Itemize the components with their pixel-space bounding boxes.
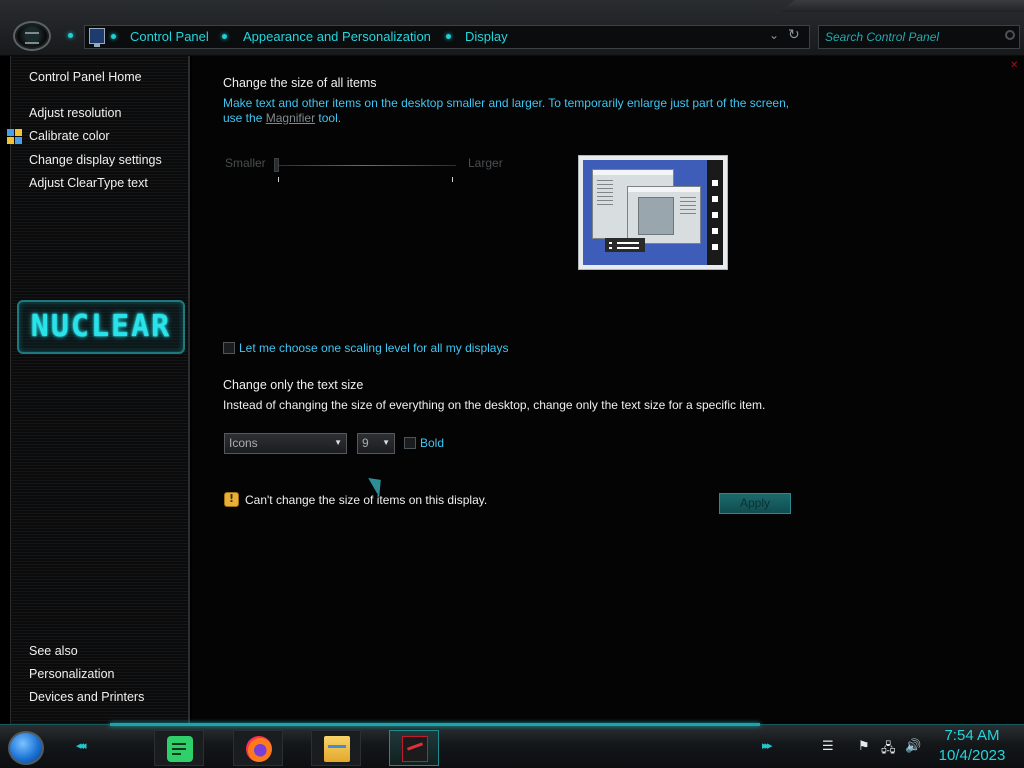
scaling-checkbox[interactable]: [223, 342, 235, 354]
apply-button[interactable]: Apply: [719, 493, 791, 514]
clock-date[interactable]: 10/4/2023: [930, 747, 1014, 764]
main-content: ✕ Change the size of all items Make text…: [192, 56, 1024, 724]
computer-icon: [89, 28, 105, 47]
sidebar: Control Panel Home Adjust resolution Cal…: [7, 56, 190, 724]
font-size-value: 9: [362, 436, 369, 450]
dropdown-arrow-icon: ▼: [334, 438, 342, 447]
breadcrumb-appearance[interactable]: Appearance and Personalization: [243, 29, 431, 44]
sidebar-item-devices-printers[interactable]: Devices and Printers: [29, 690, 144, 704]
title-bar: Control Panel Appearance and Personaliza…: [0, 0, 1024, 56]
address-bar[interactable]: Control Panel Appearance and Personaliza…: [84, 25, 810, 49]
preview-sidebar: [707, 160, 723, 265]
size-description-line2: use the Magnifier tool.: [223, 111, 341, 125]
search-icon[interactable]: [1005, 30, 1015, 40]
sidebar-item-calibrate-color[interactable]: Calibrate color: [29, 129, 110, 143]
show-desktop-icon[interactable]: ☰: [822, 739, 834, 754]
volume-icon[interactable]: 🔊: [905, 739, 921, 754]
search-input[interactable]: [819, 26, 1019, 48]
bold-checkbox[interactable]: [404, 437, 416, 449]
nav-dot-icon: [68, 33, 73, 38]
size-description: Make text and other items on the desktop…: [223, 96, 790, 110]
preview-label: [605, 238, 645, 252]
item-select[interactable]: Icons ▼: [224, 433, 347, 454]
item-select-value: Icons: [229, 436, 258, 450]
size-heading: Change the size of all items: [223, 76, 377, 90]
flag-icon[interactable]: ⚑: [858, 739, 870, 754]
preview-screen: [583, 160, 723, 265]
sidebar-item-adjust-resolution[interactable]: Adjust resolution: [29, 106, 121, 120]
search-box[interactable]: [818, 25, 1020, 49]
breadcrumb-control-panel[interactable]: Control Panel: [130, 29, 209, 44]
nuclear-app-icon: [402, 736, 428, 762]
bold-checkbox-label[interactable]: Bold: [420, 436, 444, 450]
preview-window-front: [627, 186, 701, 244]
dropdown-arrow-icon: ▼: [382, 438, 390, 447]
text-size-heading: Change only the text size: [223, 378, 364, 392]
clock-time[interactable]: 7:54 AM: [930, 727, 1014, 744]
slider-thumb[interactable]: [274, 158, 279, 172]
sidebar-item-home[interactable]: Control Panel Home: [29, 70, 142, 84]
taskbar: ◂◂◂ ▸▸▸ ☰ ⚑ 🖧 🔊 7:54 AM 10/4/2023: [0, 723, 1024, 768]
taskbar-app-firefox[interactable]: [233, 730, 283, 766]
notes-app-icon: [167, 736, 193, 762]
scaling-checkbox-label[interactable]: Let me choose one scaling level for all …: [239, 341, 508, 355]
window-controls-tab: [780, 0, 1024, 12]
slider-min-label: Smaller: [225, 156, 266, 170]
shield-icon: [7, 129, 23, 145]
size-description-prefix: use the: [223, 111, 263, 125]
sidebar-item-personalization[interactable]: Personalization: [29, 667, 114, 681]
display-preview-image: [578, 155, 728, 270]
slider-max-label: Larger: [468, 156, 503, 170]
separator-dot-icon: [222, 34, 227, 39]
slider-track[interactable]: [276, 165, 456, 166]
taskbar-app-notes[interactable]: [154, 730, 204, 766]
folder-icon: [324, 736, 350, 762]
font-size-select[interactable]: 9 ▼: [357, 433, 395, 454]
taskbar-glow: [110, 723, 760, 726]
see-also-heading: See also: [29, 644, 78, 658]
warning-icon: [224, 492, 239, 507]
taskbar-app-nuclear[interactable]: [389, 730, 439, 766]
firefox-icon: [246, 736, 272, 762]
warning-message: Can't change the size of items on this d…: [245, 493, 488, 507]
nuclear-logo: NUCLEAR: [17, 300, 185, 354]
close-icon[interactable]: ✕: [1010, 60, 1018, 71]
start-button[interactable]: [8, 731, 44, 765]
sidebar-item-adjust-cleartype[interactable]: Adjust ClearType text: [29, 176, 148, 190]
slider-tick: [452, 177, 453, 182]
slider-tick: [278, 177, 279, 182]
chevron-right-icon: ▸▸▸: [762, 739, 772, 752]
logo-text: NUCLEAR: [30, 309, 172, 344]
chevron-down-icon[interactable]: ⌄: [769, 28, 779, 42]
size-description-suffix: tool.: [318, 111, 342, 125]
text-size-description: Instead of changing the size of everythi…: [223, 398, 766, 412]
separator-dot-icon: [111, 34, 116, 39]
magnifier-link[interactable]: Magnifier: [266, 111, 315, 125]
chevron-left-icon: ◂◂◂: [76, 739, 86, 752]
refresh-icon[interactable]: ↻: [788, 27, 800, 43]
breadcrumb-display[interactable]: Display: [465, 29, 508, 44]
separator-dot-icon: [446, 34, 451, 39]
sidebar-item-change-display-settings[interactable]: Change display settings: [29, 153, 162, 167]
back-button[interactable]: [13, 21, 51, 51]
network-icon[interactable]: 🖧: [881, 739, 896, 761]
taskbar-app-file-explorer[interactable]: [311, 730, 361, 766]
